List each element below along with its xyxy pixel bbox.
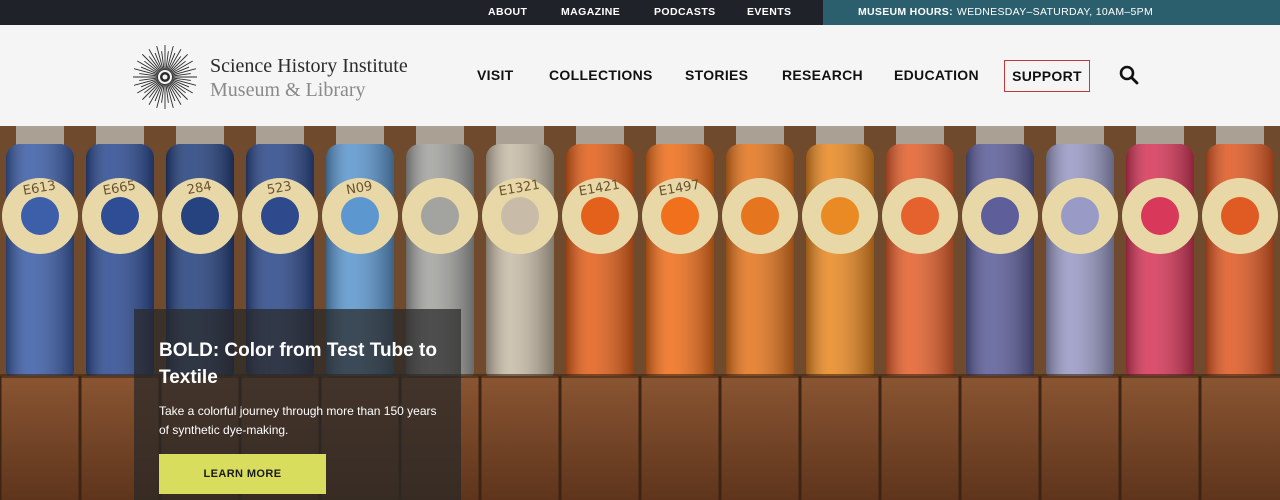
promo-card: BOLD: Color from Test Tube to Textile Ta…	[134, 309, 461, 500]
museum-hours-label: MUSEUM HOURS:	[858, 6, 953, 18]
starburst-logo-icon	[133, 45, 197, 109]
brand-name-line2: Museum & Library	[210, 79, 366, 101]
promo-description: Take a colorful journey through more tha…	[159, 404, 437, 437]
search-button[interactable]	[1117, 63, 1141, 87]
nav-item-research[interactable]: RESEARCH	[782, 25, 863, 126]
museum-hours-value: WEDNESDAY–SATURDAY, 10AM–5PM	[956, 6, 1153, 18]
nav-item-education[interactable]: EDUCATION	[894, 25, 979, 126]
learn-more-button[interactable]: LEARN MORE	[159, 454, 326, 494]
utility-link-magazine[interactable]: MAGAZINE	[561, 0, 620, 25]
nav-item-collections[interactable]: COLLECTIONS	[549, 25, 653, 126]
utility-link-podcasts[interactable]: PODCASTS	[654, 0, 716, 25]
site-logo[interactable]: Science History Institute Museum & Libra…	[132, 42, 452, 112]
hero-banner: E613 E665 284 523 N09 E1321 E1421 E1497 BOLD: C…	[0, 126, 1280, 500]
site-header: Science History Institute Museum & Libra…	[0, 25, 1280, 126]
brand-name-line1: Science History Institute	[210, 55, 408, 77]
support-button[interactable]: SUPPORT	[1004, 60, 1090, 92]
nav-item-stories[interactable]: STORIES	[685, 25, 748, 126]
search-icon	[1119, 65, 1139, 85]
utility-link-about[interactable]: ABOUT	[488, 0, 527, 25]
utility-bar: ABOUT MAGAZINE PODCASTS EVENTS MUSEUM HO…	[0, 0, 1280, 25]
promo-title: BOLD: Color from Test Tube to Textile	[159, 340, 437, 388]
nav-item-visit[interactable]: VISIT	[477, 25, 514, 126]
utility-link-events[interactable]: EVENTS	[747, 0, 791, 25]
museum-hours-banner: MUSEUM HOURS: WEDNESDAY–SATURDAY, 10AM–5P…	[823, 0, 1280, 25]
